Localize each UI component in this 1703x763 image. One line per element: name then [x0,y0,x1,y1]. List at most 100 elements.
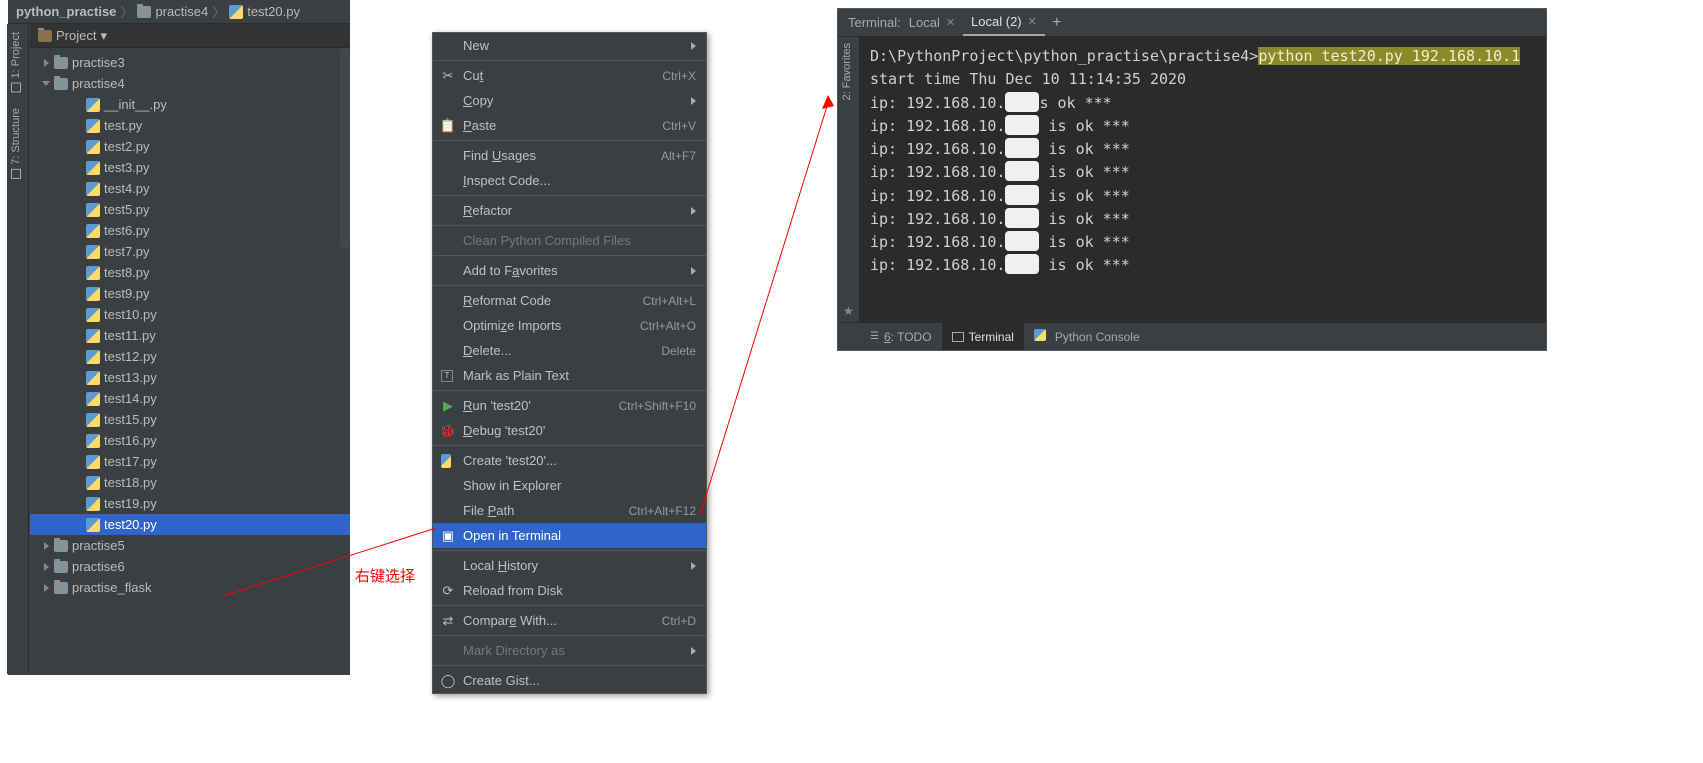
tree-file[interactable]: __init__.py [30,94,350,115]
tree-file[interactable]: test5.py [30,199,350,220]
python-file-icon [86,203,100,217]
terminal-tool-window: Terminal: Local✕ Local (2)✕ + 2: Favorit… [837,8,1547,351]
tree-folder-practise3[interactable]: practise3 [30,52,350,73]
terminal-header-label: Terminal: [848,15,901,30]
terminal-line: ip: 192.168.10. is ok *** [870,254,1536,277]
folder-icon [54,561,68,573]
project-header-label: Project [56,28,96,43]
tree-file[interactable]: test16.py [30,430,350,451]
tool-tab-todo[interactable]: ☰6: TODO [860,323,942,350]
menu-paste[interactable]: 📋PasteCtrl+V [433,113,706,138]
tree-scrollbar[interactable] [340,48,350,248]
tree-file[interactable]: test13.py [30,367,350,388]
annotation-arrow [700,95,835,520]
sidebar-tab-favorites[interactable]: 2: Favorites [838,37,856,106]
menu-inspect-code[interactable]: Inspect Code... [433,168,706,193]
tree-file[interactable]: test12.py [30,346,350,367]
tree-file[interactable]: test6.py [30,220,350,241]
tree-file[interactable]: test19.py [30,493,350,514]
tree-file[interactable]: test18.py [30,472,350,493]
menu-create[interactable]: Create 'test20'... [433,448,706,473]
terminal-tab-local2[interactable]: Local (2)✕ [963,9,1045,36]
folder-icon [137,6,151,18]
menu-file-path[interactable]: File PathCtrl+Alt+F12 [433,498,706,523]
tree-file[interactable]: test3.py [30,157,350,178]
expand-arrow-icon[interactable] [40,561,52,573]
sidebar-tab-structure[interactable]: 7: Structure [7,100,25,187]
terminal-output[interactable]: D:\PythonProject\python_practise\practis… [860,37,1546,322]
tree-file[interactable]: test.py [30,115,350,136]
python-file-icon [86,413,100,427]
submenu-arrow-icon [691,562,696,570]
close-icon[interactable]: ✕ [946,16,955,29]
expand-arrow-icon[interactable] [40,540,52,552]
menu-mark-directory[interactable]: Mark Directory as [433,638,706,663]
tool-tab-terminal[interactable]: Terminal [942,323,1024,350]
python-file-icon [86,329,100,343]
tree-file[interactable]: test2.py [30,136,350,157]
tree-file[interactable]: test4.py [30,178,350,199]
tree-file[interactable]: test7.py [30,241,350,262]
project-header[interactable]: Project ▾ [30,24,350,48]
menu-separator [433,665,706,666]
menu-delete[interactable]: Delete...Delete [433,338,706,363]
breadcrumb-root[interactable]: python_practise [16,4,116,19]
menu-add-favorites[interactable]: Add to Favorites [433,258,706,283]
folder-icon [54,540,68,552]
menu-refactor[interactable]: Refactor [433,198,706,223]
menu-cut[interactable]: ✂CutCtrl+X [433,63,706,88]
python-file-icon [86,350,100,364]
terminal-line: ip: 192.168.10. is ok *** [870,231,1536,254]
collapse-arrow-icon[interactable] [40,78,52,90]
chevron-down-icon[interactable]: ▾ [100,28,107,44]
menu-mark-plain[interactable]: TMark as Plain Text [433,363,706,388]
terminal-line: start time Thu Dec 10 11:14:35 2020 [870,68,1536,91]
run-icon: ▶ [441,399,455,413]
add-terminal-button[interactable]: + [1045,14,1069,32]
tree-file[interactable]: test9.py [30,283,350,304]
menu-show-explorer[interactable]: Show in Explorer [433,473,706,498]
menu-separator [433,255,706,256]
menu-open-terminal[interactable]: ▣Open in Terminal [433,523,706,548]
breadcrumb-folder[interactable]: practise4 [137,4,208,19]
tree-file[interactable]: test10.py [30,304,350,325]
tree-file[interactable]: test14.py [30,388,350,409]
python-file-icon [86,434,100,448]
breadcrumb-file[interactable]: test20.py [229,4,300,19]
menu-separator [433,635,706,636]
tool-window-tabs: 1: Project 7: Structure [7,24,29,674]
menu-reload[interactable]: ⟳Reload from Disk [433,578,706,603]
menu-run[interactable]: ▶Run 'test20'Ctrl+Shift+F10 [433,393,706,418]
menu-separator [433,605,706,606]
expand-arrow-icon[interactable] [40,582,52,594]
menu-copy[interactable]: Copy [433,88,706,113]
menu-local-history[interactable]: Local History [433,553,706,578]
tree-folder-practise4[interactable]: practise4 [30,73,350,94]
terminal-icon [952,332,964,342]
tree-file[interactable]: test15.py [30,409,350,430]
menu-new[interactable]: New [433,33,706,58]
menu-separator [433,195,706,196]
submenu-arrow-icon [691,42,696,50]
menu-separator [433,550,706,551]
text-icon: T [441,370,453,382]
menu-optimize-imports[interactable]: Optimize ImportsCtrl+Alt+O [433,313,706,338]
tree-file[interactable]: test8.py [30,262,350,283]
python-file-icon [86,392,100,406]
menu-create-gist[interactable]: ◯Create Gist... [433,668,706,693]
python-icon [1034,329,1050,344]
tool-tab-python-console[interactable]: Python Console [1024,323,1150,350]
chevron-right-icon: 〉 [120,2,133,21]
expand-arrow-icon[interactable] [40,57,52,69]
menu-compare[interactable]: ⇄Compare With...Ctrl+D [433,608,706,633]
menu-find-usages[interactable]: Find UsagesAlt+F7 [433,143,706,168]
menu-clean-python[interactable]: Clean Python Compiled Files [433,228,706,253]
menu-reformat[interactable]: Reformat CodeCtrl+Alt+L [433,288,706,313]
close-icon[interactable]: ✕ [1028,15,1037,28]
python-file-icon [86,224,100,238]
tree-file[interactable]: test11.py [30,325,350,346]
menu-debug[interactable]: 🐞Debug 'test20' [433,418,706,443]
sidebar-tab-project[interactable]: 1: Project [7,24,25,100]
tree-file[interactable]: test17.py [30,451,350,472]
terminal-tab-local[interactable]: Local✕ [901,9,963,36]
